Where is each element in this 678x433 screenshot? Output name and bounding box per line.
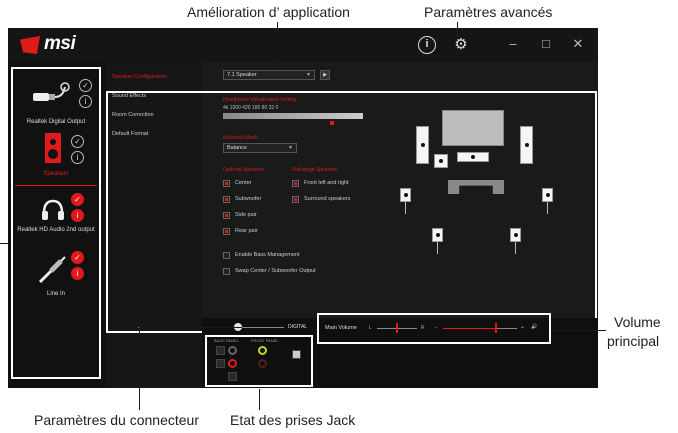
title-bar: msi i ⚙ – □ ✕ [8,28,598,62]
speaker-icon [45,133,61,163]
digital-output-icon [33,82,70,101]
leader-line [259,389,260,410]
speaker-volume-icon[interactable]: 🔊 [531,324,537,330]
device-label: Speakers [43,171,69,177]
leader-line [457,22,458,38]
status-check-icon: ✓ [71,251,84,264]
volume-plus-icon[interactable]: + [521,325,524,331]
leader-line [551,330,606,331]
info-icon[interactable]: i [418,36,436,54]
leader-line [0,243,11,244]
status-info-icon[interactable]: i [71,151,84,164]
msi-logo: msi [44,33,76,54]
volume-minus-icon[interactable]: − [435,325,438,331]
main-volume-label: Main Volume [325,325,357,331]
callout-main-volume-1: Volume [614,314,661,330]
speaker-layout-select[interactable]: 7.1 Speaker ▼ [223,70,315,80]
status-check-icon: ✓ [79,79,92,92]
callout-advanced-settings: Paramètres avancés [424,4,553,20]
maximize-button[interactable]: □ [538,36,554,52]
volume-thumb[interactable] [495,323,498,333]
close-button[interactable]: ✕ [570,36,586,52]
leader-line [139,327,242,328]
status-info-icon[interactable]: i [71,267,84,280]
balance-thumb[interactable] [396,323,398,333]
leader-line [277,22,278,63]
status-check-icon: ✓ [71,193,84,206]
status-info-icon[interactable]: i [79,95,92,108]
digital-label: DIGITAL [288,324,308,330]
leader-line [139,327,140,410]
status-info-icon[interactable]: i [71,209,84,222]
device-line-in[interactable]: ✓ i Line In [13,249,99,305]
volume-fill [443,328,497,329]
main-volume-highlight: Main Volume L R − + 🔊 [317,313,551,344]
device-label: Realtek HD Audio 2nd output [17,227,95,233]
callout-main-volume-2: principal [607,333,660,349]
device-label: Line In [46,291,65,297]
device-list: ✓ i Realtek Digital Output ✓ i Speakers [11,67,101,379]
device-speakers[interactable]: ✓ i Speakers [13,131,99,177]
balance-left-label: L [369,325,372,331]
speaker-layout-value: 7.1 Speaker [227,72,257,78]
status-check-icon: ✓ [71,135,84,148]
device-digital-output[interactable]: ✓ i Realtek Digital Output [13,77,99,125]
balance-right-label: R [421,325,425,331]
device-hd-audio-2nd[interactable]: ✓ i Realtek HD Audio 2nd output [13,193,99,241]
menu-speaker-configuration[interactable]: Speaker Configuration [112,74,167,80]
minimize-button[interactable]: – [505,36,521,52]
gear-icon[interactable]: ⚙ [452,36,470,54]
msi-dragon-icon [20,36,40,54]
app-enhancement-highlight [106,91,597,333]
callout-app-enhancement: Amélioration d’ application [187,4,350,20]
callout-connector-settings: Paramètres du connecteur [34,412,199,428]
line-in-cable-icon [38,256,66,284]
device-sidebar: ✓ i Realtek Digital Output ✓ i Speakers [8,62,106,388]
divider [15,185,97,186]
callout-jack-status: Etat des prises Jack [230,412,356,428]
device-label: Realtek Digital Output [26,119,86,125]
chevron-down-icon: ▼ [306,72,311,78]
jack-status-highlight [205,335,313,387]
headphones-icon [42,199,64,220]
play-test-button[interactable]: ▶ [320,70,330,80]
